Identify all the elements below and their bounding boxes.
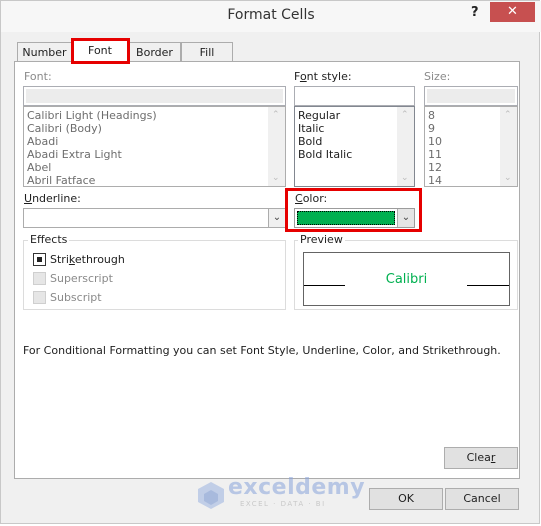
tab-border[interactable]: Border (128, 42, 181, 62)
strikethrough-label[interactable]: Strikethrough (50, 253, 125, 266)
scroll-down-icon[interactable]: ⌄ (504, 173, 512, 183)
size-list-scrollbar[interactable]: ⌃ ⌄ (500, 107, 517, 186)
font-style-item[interactable]: Italic (298, 122, 324, 135)
superscript-checkbox[interactable] (33, 272, 46, 285)
font-style-list[interactable]: Regular Italic Bold Bold Italic ⌃ ⌄ (294, 106, 415, 187)
underline-label: Underline: (24, 192, 81, 205)
font-input[interactable] (23, 86, 286, 106)
size-item[interactable]: 9 (428, 122, 435, 135)
font-style-scrollbar[interactable]: ⌃ ⌄ (397, 107, 414, 186)
font-style-item[interactable]: Bold (298, 135, 322, 148)
font-style-item[interactable]: Bold Italic (298, 148, 352, 161)
size-item[interactable]: 14 (428, 174, 442, 186)
indeterminate-mark (37, 257, 42, 262)
tab-number[interactable]: Number (17, 42, 72, 62)
size-item[interactable]: 10 (428, 135, 442, 148)
preview-sample-text: Calibri (385, 272, 428, 287)
font-style-input[interactable] (294, 86, 415, 106)
title-bar: Format Cells ? ✕ (1, 1, 541, 32)
font-label: Font: (24, 70, 52, 83)
close-button[interactable]: ✕ (490, 2, 535, 22)
exceldemy-watermark: exceldemy EXCEL · DATA · BI (196, 475, 365, 512)
size-item[interactable]: 12 (428, 161, 442, 174)
watermark-tagline: EXCEL · DATA · BI (240, 500, 326, 508)
format-cells-dialog: Format Cells ? ✕ Number Font Border Fill… (0, 0, 541, 524)
help-icon[interactable]: ? (471, 5, 479, 20)
exceldemy-logo-icon (198, 482, 224, 509)
size-item[interactable]: 8 (428, 109, 435, 122)
dialog-title: Format Cells (227, 7, 315, 23)
font-list-item[interactable]: Abadi (27, 135, 58, 148)
tab-fill[interactable]: Fill (181, 42, 233, 62)
scroll-up-icon[interactable]: ⌃ (401, 110, 409, 120)
font-style-label: Font style: (294, 70, 352, 83)
scroll-down-icon[interactable]: ⌄ (272, 173, 280, 183)
font-list-item[interactable]: Calibri Light (Headings) (27, 109, 157, 122)
color-label: Color: (295, 192, 328, 205)
preview-box: Calibri (303, 252, 510, 306)
font-list-item[interactable]: Abel (27, 161, 51, 174)
subscript-checkbox[interactable] (33, 291, 46, 304)
superscript-label[interactable]: Superscript (50, 272, 113, 285)
scroll-up-icon[interactable]: ⌃ (504, 110, 512, 120)
underline-select[interactable]: ⌄ (23, 208, 286, 228)
color-picker[interactable]: ⌄ (294, 208, 415, 228)
clear-button[interactable]: Clear (444, 447, 518, 469)
close-icon: ✕ (507, 4, 518, 19)
size-item[interactable]: 11 (428, 148, 442, 161)
size-label: Size: (424, 70, 451, 83)
watermark-brand: exceldemy (228, 475, 366, 500)
preview-title: Preview (298, 233, 345, 246)
size-input[interactable] (424, 86, 518, 106)
cancel-button[interactable]: Cancel (445, 488, 519, 510)
font-list-item[interactable]: Abadi Extra Light (27, 148, 122, 161)
subscript-label[interactable]: Subscript (50, 291, 102, 304)
color-swatch (297, 211, 395, 225)
conditional-formatting-info: For Conditional Formatting you can set F… (23, 344, 501, 357)
font-style-item[interactable]: Regular (298, 109, 340, 122)
scroll-down-icon[interactable]: ⌄ (401, 173, 409, 183)
font-list-item[interactable]: Calibri (Body) (27, 122, 102, 135)
chevron-down-icon[interactable]: ⌄ (397, 209, 414, 227)
font-list-scrollbar[interactable]: ⌃ ⌄ (268, 107, 285, 186)
ok-button[interactable]: OK (369, 488, 443, 510)
font-list[interactable]: Calibri Light (Headings) Calibri (Body) … (23, 106, 286, 187)
size-list[interactable]: 8 9 10 11 12 14 ⌃ ⌄ (424, 106, 518, 187)
font-list-item[interactable]: Abril Fatface (27, 174, 95, 186)
effects-title: Effects (28, 233, 70, 246)
tab-font[interactable]: Font (72, 39, 128, 63)
chevron-down-icon[interactable]: ⌄ (268, 209, 285, 227)
scroll-up-icon[interactable]: ⌃ (272, 110, 280, 120)
strikethrough-checkbox[interactable] (33, 253, 46, 266)
